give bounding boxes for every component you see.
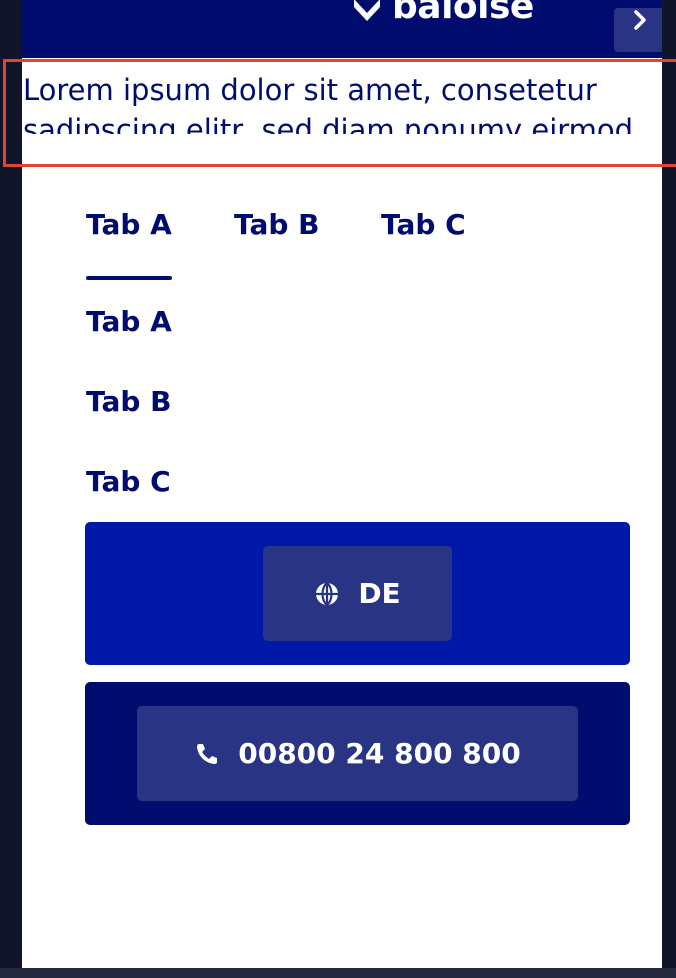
phone-number: 00800 24 800 800 <box>238 737 521 770</box>
list-item-tab-b[interactable]: Tab B <box>86 382 172 422</box>
tab-b[interactable]: Tab B <box>234 200 320 282</box>
mobile-frame: baloise Lorem ipsum dolor sit amet, cons… <box>22 0 662 968</box>
phone-button[interactable]: 00800 24 800 800 <box>137 706 578 801</box>
list-item-tab-a[interactable]: Tab A <box>86 302 172 342</box>
phone-icon <box>197 743 218 764</box>
brand-logo[interactable]: baloise <box>350 0 534 30</box>
notice-body: Lorem ipsum dolor sit amet, consetetur s… <box>23 73 634 134</box>
language-label: DE <box>358 577 401 610</box>
phone-panel: 00800 24 800 800 <box>85 682 630 825</box>
tab-a-label: Tab A <box>86 208 172 241</box>
baloise-logo-icon <box>354 0 380 21</box>
tab-b-label: Tab B <box>234 208 320 241</box>
chevron-right-icon <box>634 10 646 30</box>
globe-icon <box>316 581 339 606</box>
tab-bar: Tab A Tab B Tab C <box>86 200 606 282</box>
tab-a[interactable]: Tab A <box>86 200 172 282</box>
header-bar: baloise <box>22 0 662 58</box>
tab-c-label: Tab C <box>381 208 466 241</box>
notice-text: Lorem ipsum dolor sit amet, consetetur s… <box>22 70 662 134</box>
bottom-bar <box>0 968 676 978</box>
tab-c[interactable]: Tab C <box>381 200 466 282</box>
brand-name: baloise <box>392 0 534 27</box>
list-item-tab-c[interactable]: Tab C <box>86 462 171 502</box>
language-panel: DE <box>85 522 630 665</box>
language-button[interactable]: DE <box>263 546 452 641</box>
menu-button[interactable] <box>614 8 662 52</box>
